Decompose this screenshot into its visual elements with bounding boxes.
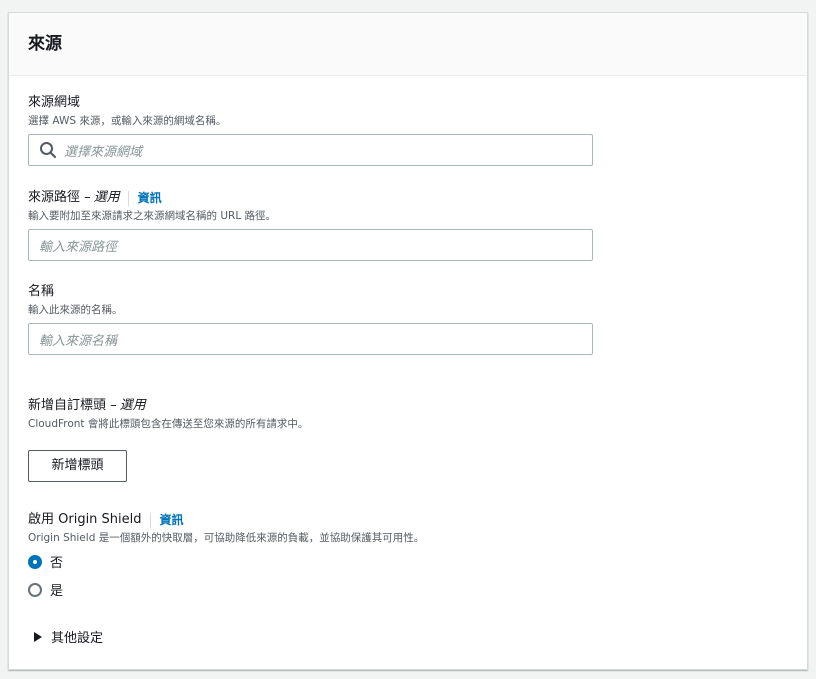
origin-domain-description: 選擇 AWS 來源，或輸入來源的網域名稱。 [28,115,227,127]
name-label: 名稱 [28,284,593,300]
panel-header: 來源 [9,13,807,76]
name-placeholder: 輸入來源名稱 [39,333,118,349]
divider [149,512,151,528]
additional-settings-label: 其他設定 [51,631,104,646]
origin-domain-input[interactable]: 選擇來源網域 [28,134,593,166]
origin-shield-label-text: 啟用 Origin Shield [28,512,142,527]
origin-shield-info-link[interactable]: 資訊 [160,512,184,528]
origin-path-label-text: 來源路徑 – [28,190,91,205]
radio-button-unchecked[interactable] [28,582,42,597]
origin-path-placeholder: 輸入來源路徑 [39,239,118,255]
origin-path-input[interactable]: 輸入來源路徑 [28,229,593,261]
custom-header-label: 新增自訂標頭 – 選用 [28,398,308,414]
additional-settings-expander[interactable]: 其他設定 [28,627,103,646]
origin-domain-label: 來源網域 [28,95,593,111]
origin-path-info-link[interactable]: 資訊 [138,190,162,206]
search-icon [40,142,57,159]
custom-header-description: CloudFront 會將此標頭包含在傳送至您來源的所有請求中。 [28,418,309,430]
name-field: 名稱 輸入此來源的名稱。 輸入來源名稱 [28,284,593,355]
origin-shield-label: 啟用 Origin Shield 資訊 [28,512,424,528]
custom-header-field: 新增自訂標頭 – 選用 CloudFront 會將此標頭包含在傳送至您來源的所有… [28,398,308,482]
radio-option-no[interactable]: 否 [28,552,424,571]
additional-settings-toggle[interactable]: 其他設定 [28,627,103,646]
origin-path-description: 輸入要附加至來源請求之來源網域名稱的 URL 路徑。 [28,210,277,222]
add-header-button[interactable]: 新增標頭 [28,450,127,482]
divider [127,190,129,206]
origin-domain-placeholder: 選擇來源網域 [64,144,143,160]
name-input[interactable]: 輸入來源名稱 [28,323,593,355]
radio-option-yes[interactable]: 是 [28,580,424,599]
radio-label-no: 否 [50,556,64,571]
name-label-text: 名稱 [28,284,55,299]
custom-header-label-text: 新增自訂標頭 – [28,398,117,413]
origin-domain-label-text: 來源網域 [28,95,81,110]
name-description: 輸入此來源的名稱。 [28,304,123,316]
optional-tag: 選用 [93,190,120,205]
panel-title: 來源 [28,34,62,54]
origin-path-field: 來源路徑 – 選用 資訊 輸入要附加至來源請求之來源網域名稱的 URL 路徑。 … [28,190,593,261]
origin-domain-field: 來源網域 選擇 AWS 來源，或輸入來源的網域名稱。 選擇來源網域 [28,95,593,166]
optional-tag: 選用 [119,398,146,413]
caret-right-icon [34,631,42,642]
radio-label-yes: 是 [50,584,64,599]
origin-shield-field: 啟用 Origin Shield 資訊 Origin Shield 是一個額外的… [28,512,424,599]
radio-button-checked[interactable] [28,554,42,569]
origin-path-label: 來源路徑 – 選用 資訊 [28,190,593,206]
origin-shield-description: Origin Shield 是一個額外的快取層，可協助降低來源的負載，並協助保護… [28,532,425,544]
origin-panel: 來源 來源網域 選擇 AWS 來源，或輸入來源的網域名稱。 選擇來源網域 來源路… [8,12,808,670]
